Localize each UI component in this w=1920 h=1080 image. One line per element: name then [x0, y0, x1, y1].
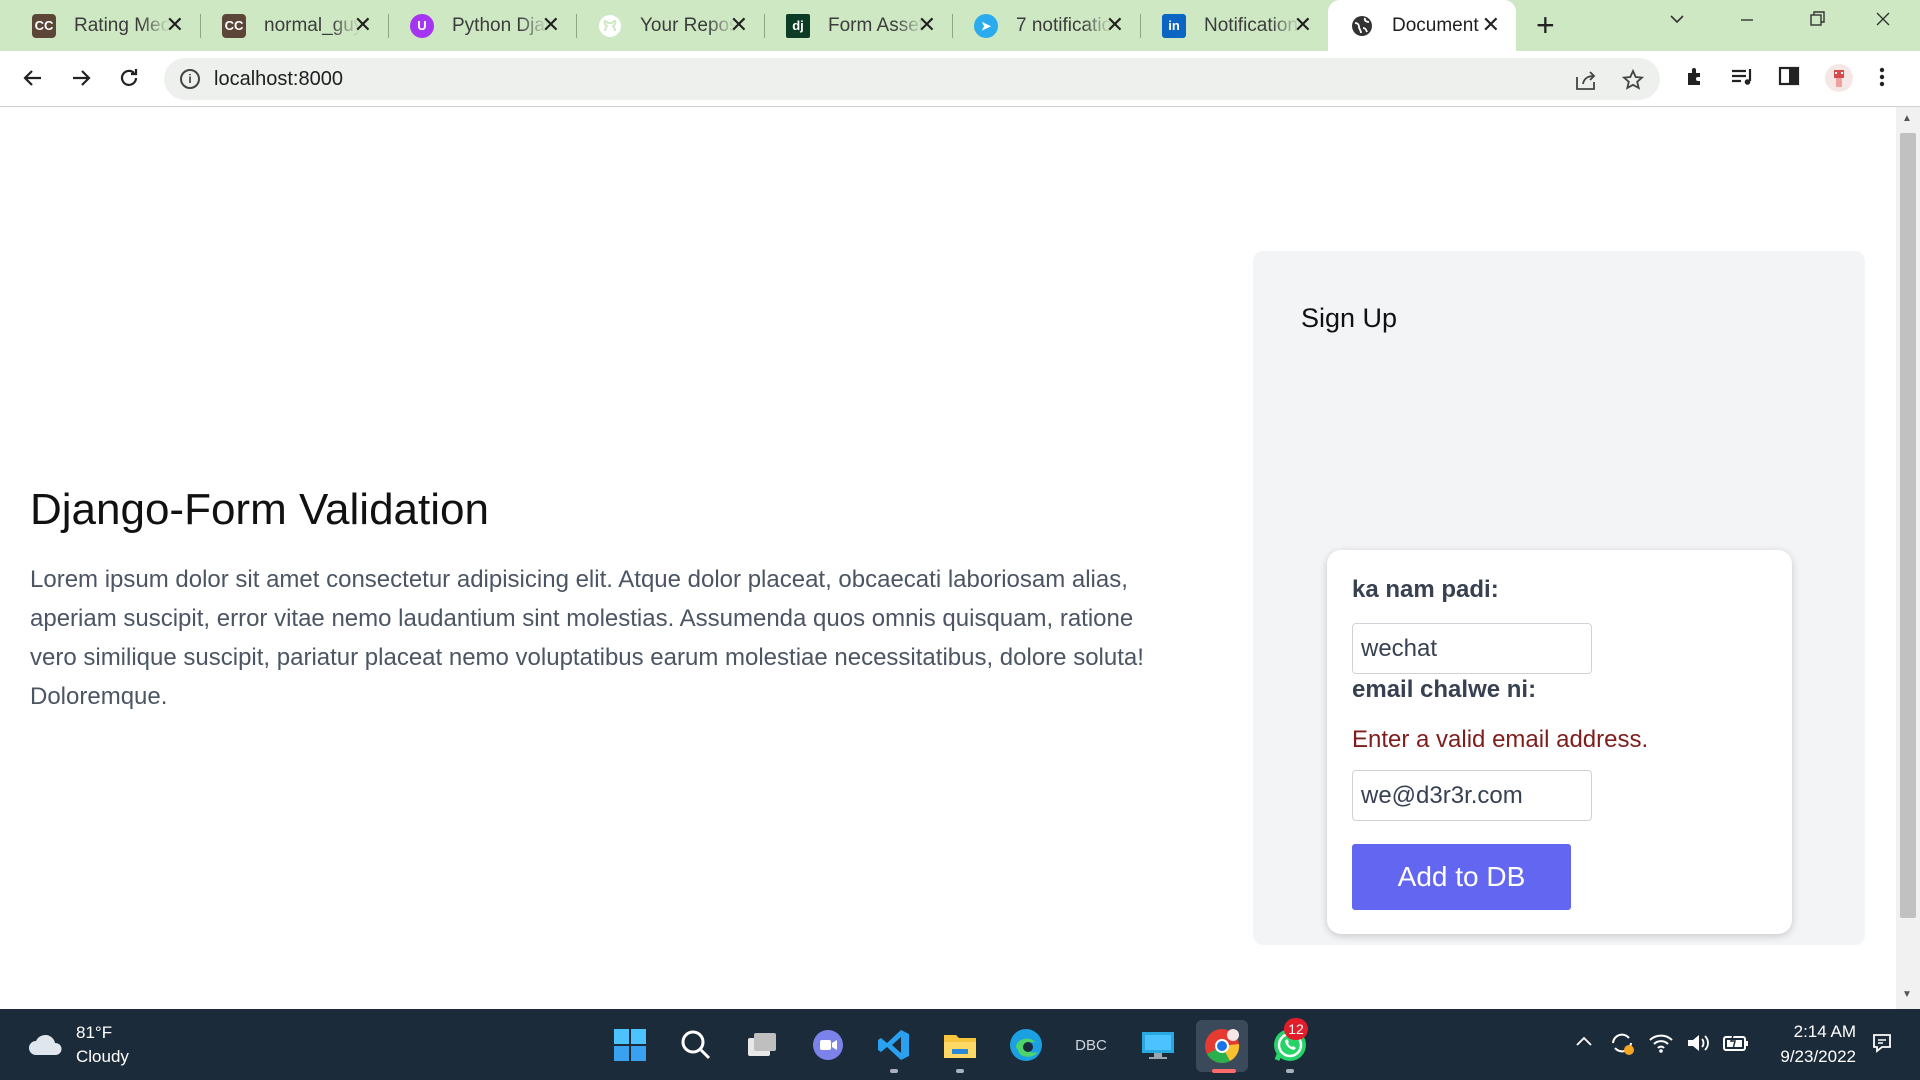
clock-date: 9/23/2022	[1780, 1047, 1856, 1066]
signup-heading: Sign Up	[1301, 303, 1398, 333]
tab-title: normal_guy	[264, 14, 360, 36]
tab-title: Python Djan	[452, 14, 548, 36]
cloud-icon	[29, 1034, 62, 1055]
close-icon[interactable]: ✕	[542, 12, 560, 38]
chrome-icon[interactable]	[1196, 1020, 1248, 1072]
name-input[interactable]	[1352, 623, 1592, 674]
battery-charging-icon[interactable]	[1722, 1032, 1750, 1059]
github-icon	[598, 14, 622, 38]
profile-avatar[interactable]	[1824, 63, 1854, 98]
notification-center-icon[interactable]	[1870, 1031, 1894, 1062]
signup-form: ka nam padi: email chalwe ni: Enter a va…	[1327, 550, 1792, 934]
codechef-icon: CC	[32, 13, 56, 38]
dbc-label: DBC	[1075, 1036, 1107, 1054]
edge-browser-icon[interactable]	[1006, 1025, 1046, 1065]
close-icon[interactable]: ✕	[730, 12, 748, 38]
tab-your-repositories[interactable]: Your Reposi ✕	[576, 0, 764, 51]
close-icon[interactable]: ✕	[354, 12, 372, 38]
side-panel-icon[interactable]	[1778, 65, 1800, 92]
email-error-message: Enter a valid email address.	[1352, 726, 1649, 753]
file-explorer-icon[interactable]	[940, 1025, 980, 1065]
tab-search-chevron-icon[interactable]	[1668, 8, 1686, 34]
tab-rating-mechanism[interactable]: CC Rating Mec ✕	[10, 0, 200, 51]
vscode-icon[interactable]	[874, 1025, 914, 1065]
hero-description: Lorem ipsum dolor sit amet consectetur a…	[30, 566, 1144, 710]
telegram-icon: ➤	[974, 13, 998, 38]
running-indicator	[890, 1069, 898, 1073]
signup-panel: Sign Up ka nam padi: email chalwe ni: En…	[1253, 251, 1865, 945]
django-icon: dj	[786, 13, 810, 38]
running-indicator	[956, 1069, 964, 1073]
back-arrow-icon[interactable]	[18, 63, 48, 93]
tab-title: Rating Mec	[74, 14, 170, 36]
weather-widget[interactable]: 81°F Cloudy	[26, 1023, 129, 1067]
teams-chat-icon[interactable]	[808, 1025, 848, 1065]
globe-icon	[1350, 14, 1374, 38]
new-tab-button[interactable]: +	[1536, 9, 1555, 41]
tab-strip: CC Rating Mec ✕ CC normal_guy ✕ U Python…	[0, 0, 1920, 51]
tab-title: 7 notificatio	[1016, 14, 1112, 36]
close-icon[interactable]: ✕	[1106, 12, 1124, 38]
close-icon[interactable]: ✕	[1294, 12, 1312, 38]
address-bar[interactable]: i localhost:8000	[164, 58, 1660, 100]
dbc-app-icon[interactable]: DBC	[1070, 1025, 1112, 1065]
windows-taskbar: 81°F Cloudy DBC 2:14 AM 9/23/2022	[0, 1009, 1920, 1080]
tab-form-assets[interactable]: dj Form Assets ✕	[764, 0, 952, 51]
page-scrollbar[interactable]: ▲ ▼	[1896, 107, 1920, 1009]
clock-time: 2:14 AM	[1793, 1022, 1856, 1041]
email-label: email chalwe ni:	[1352, 676, 1537, 703]
close-icon[interactable]: ✕	[1482, 12, 1500, 38]
add-to-db-button[interactable]: Add to DB	[1352, 844, 1571, 910]
page-title: Django-Form Validation	[30, 485, 489, 534]
name-label: ka nam padi:	[1352, 576, 1499, 603]
scroll-up-arrow-icon[interactable]: ▲	[1902, 113, 1912, 124]
tab-document[interactable]: Document ✕	[1328, 0, 1516, 51]
close-icon[interactable]: ✕	[918, 12, 936, 38]
tab-title: Your Reposi	[640, 14, 736, 36]
address-url[interactable]: localhost:8000	[214, 68, 343, 91]
tab-telegram-notifications[interactable]: ➤ 7 notificatio ✕	[952, 0, 1140, 51]
scroll-down-arrow-icon[interactable]: ▼	[1902, 989, 1912, 1000]
active-window-indicator	[1212, 1069, 1236, 1073]
running-indicator	[1286, 1069, 1294, 1073]
media-queue-icon[interactable]	[1730, 65, 1756, 94]
udemy-icon: U	[410, 13, 434, 38]
window-close-icon[interactable]	[1874, 8, 1892, 34]
tab-title: Form Assets	[828, 14, 924, 36]
system-clock[interactable]: 2:14 AM 9/23/2022	[1752, 1019, 1856, 1069]
task-view-icon[interactable]	[742, 1025, 782, 1065]
scrollbar-thumb[interactable]	[1900, 133, 1916, 918]
restore-icon[interactable]	[1808, 8, 1826, 34]
tab-linkedin-notifications[interactable]: in Notification ✕	[1140, 0, 1328, 51]
tab-python-django[interactable]: U Python Djan ✕	[388, 0, 576, 51]
wifi-icon[interactable]	[1648, 1032, 1674, 1059]
minimize-icon[interactable]	[1738, 8, 1756, 34]
windows-start-icon[interactable]	[610, 1025, 650, 1065]
sync-update-icon[interactable]	[1608, 1029, 1636, 1062]
share-icon[interactable]	[1574, 69, 1598, 96]
reload-icon[interactable]	[114, 63, 144, 93]
email-input[interactable]	[1352, 770, 1592, 821]
close-icon[interactable]: ✕	[166, 12, 184, 38]
remote-desktop-icon[interactable]	[1138, 1025, 1178, 1065]
forward-arrow-icon[interactable]	[66, 63, 96, 93]
extensions-puzzle-icon[interactable]	[1684, 65, 1708, 94]
weather-condition: Cloudy	[76, 1047, 129, 1066]
browser-toolbar: i localhost:8000	[0, 51, 1920, 107]
page-viewport: Django-Form Validation Lorem ipsum dolor…	[0, 107, 1896, 1009]
whatsapp-unread-badge: 12	[1284, 1018, 1308, 1040]
show-hidden-icons-chevron-icon[interactable]	[1574, 1032, 1594, 1057]
tab-title: Document	[1392, 14, 1479, 36]
tab-title: Notification	[1204, 14, 1298, 36]
search-icon[interactable]	[676, 1025, 716, 1065]
codechef-icon: CC	[222, 13, 246, 38]
menu-kebab-icon[interactable]	[1878, 65, 1886, 94]
site-info-icon[interactable]: i	[180, 69, 200, 89]
linkedin-icon: in	[1162, 13, 1186, 38]
tab-normal-guy[interactable]: CC normal_guy ✕	[200, 0, 388, 51]
volume-icon[interactable]	[1686, 1032, 1712, 1059]
bookmark-star-icon[interactable]	[1621, 68, 1645, 96]
weather-temperature: 81°F	[76, 1023, 113, 1042]
